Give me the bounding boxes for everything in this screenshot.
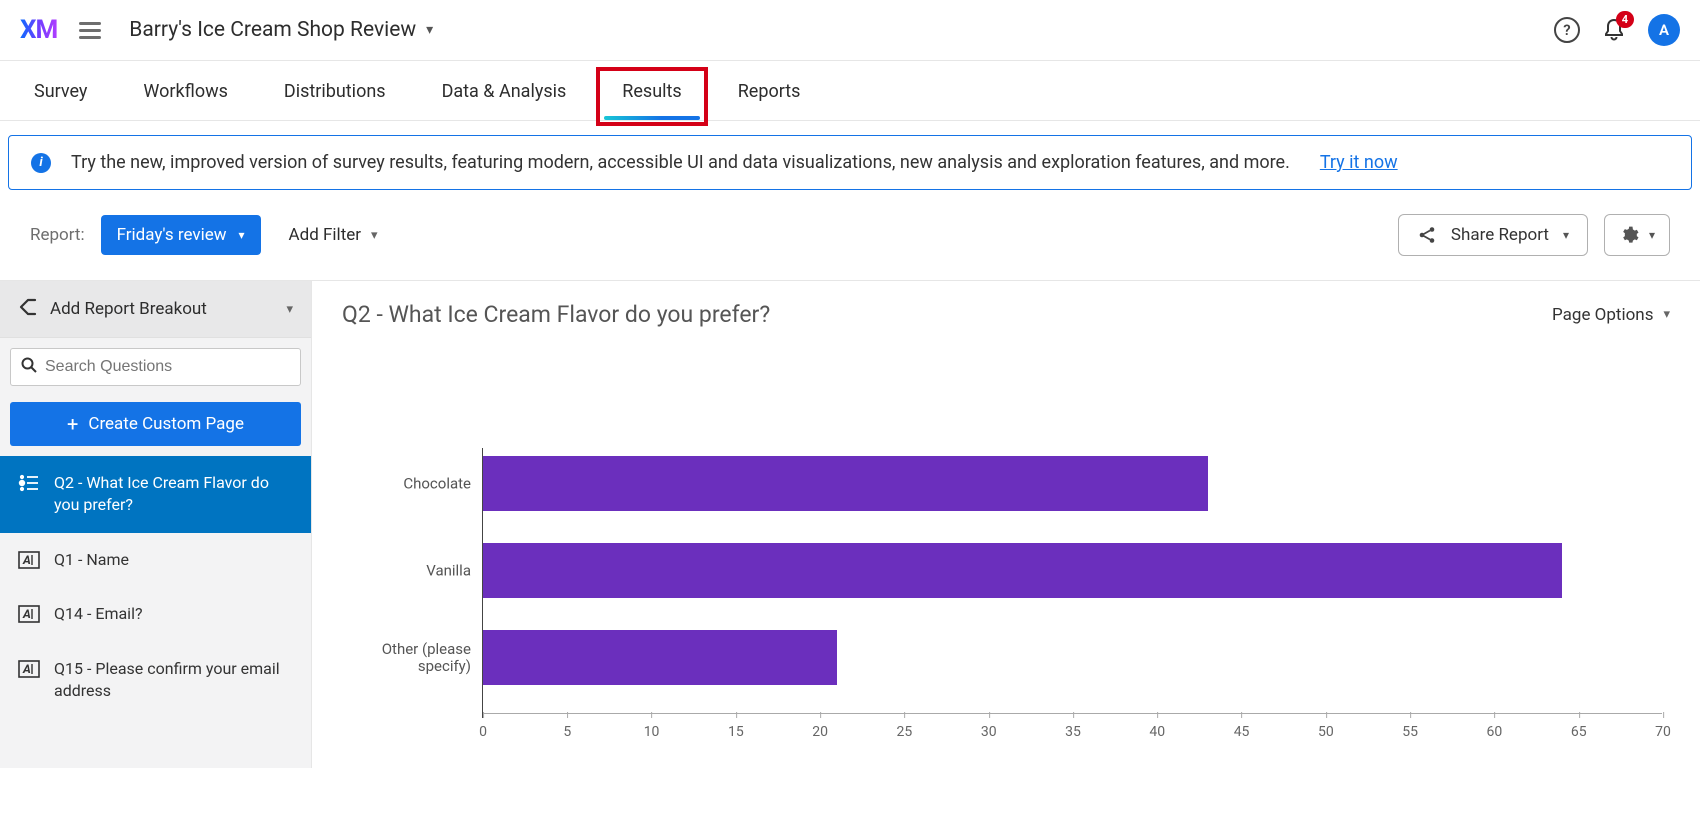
bar-label: Other (please specify) [351, 640, 471, 675]
sidebar: Add Report Breakout ▾ + Create Custom Pa… [0, 281, 312, 768]
axis-tick: 50 [1318, 718, 1334, 740]
breakout-label: Add Report Breakout [50, 299, 274, 319]
banner-link[interactable]: Try it now [1320, 152, 1398, 173]
notifications-button[interactable]: 4 [1602, 17, 1626, 43]
svg-text:A: A [22, 607, 31, 621]
main-panel: Q2 - What Ice Cream Flavor do you prefer… [312, 281, 1700, 768]
chevron-down-icon: ▾ [286, 302, 293, 317]
project-title-dropdown[interactable]: Barry's Ice Cream Shop Review ▾ [129, 18, 433, 42]
tab-results[interactable]: Results [618, 61, 685, 120]
share-icon [1417, 225, 1437, 245]
tabs-row: Survey Workflows Distributions Data & An… [0, 61, 1700, 121]
banner-text: Try the new, improved version of survey … [71, 152, 1290, 173]
q-label: Q2 - What Ice Cream Flavor do you prefer… [54, 472, 293, 517]
chevron-down-icon: ▾ [426, 22, 433, 38]
bar-label: Chocolate [351, 475, 471, 492]
report-name: Friday's review [117, 225, 227, 245]
text-icon: A [18, 660, 40, 678]
axis-tick: 60 [1487, 718, 1503, 740]
share-report-button[interactable]: Share Report ▾ [1398, 214, 1588, 256]
add-report-breakout[interactable]: Add Report Breakout ▾ [0, 281, 311, 338]
body: Add Report Breakout ▾ + Create Custom Pa… [0, 280, 1700, 768]
chevron-down-icon: ▾ [239, 228, 245, 242]
share-label: Share Report [1451, 225, 1549, 245]
search-icon [21, 357, 37, 377]
axis-tick: 25 [897, 718, 913, 740]
text-icon: A [18, 551, 40, 569]
project-title-text: Barry's Ice Cream Shop Review [129, 18, 416, 42]
search-questions[interactable] [10, 348, 301, 386]
chevron-down-icon: ▾ [1563, 228, 1569, 242]
report-selector[interactable]: Friday's review ▾ [101, 215, 261, 255]
top-bar: XM Barry's Ice Cream Shop Review ▾ ? 4 A [0, 0, 1700, 61]
axis-tick: 10 [644, 718, 660, 740]
choice-icon [18, 474, 40, 492]
avatar[interactable]: A [1648, 14, 1680, 46]
add-filter-label: Add Filter [289, 225, 361, 245]
axis-tick: 70 [1655, 718, 1671, 740]
bar [483, 543, 1562, 598]
logo[interactable]: XM [20, 15, 57, 45]
report-label: Report: [30, 225, 85, 245]
notification-badge: 4 [1616, 11, 1634, 28]
sidebar-item-q15[interactable]: A Q15 - Please confirm your email addres… [0, 642, 311, 719]
tab-workflows[interactable]: Workflows [139, 61, 232, 120]
info-icon: i [31, 153, 51, 173]
svg-text:A: A [22, 662, 31, 676]
add-filter-button[interactable]: Add Filter ▾ [289, 225, 378, 245]
gear-icon [1619, 225, 1639, 245]
axis-tick: 40 [1149, 718, 1165, 740]
chevron-down-icon: ▾ [1663, 307, 1670, 322]
axis-tick: 30 [981, 718, 997, 740]
sidebar-item-q2[interactable]: Q2 - What Ice Cream Flavor do you prefer… [0, 456, 311, 533]
plus-icon: + [67, 414, 78, 434]
chevron-down-icon: ▾ [1649, 228, 1655, 242]
info-banner: i Try the new, improved version of surve… [8, 135, 1692, 190]
tab-survey[interactable]: Survey [30, 61, 91, 120]
bar [483, 630, 837, 685]
settings-button[interactable]: ▾ [1604, 214, 1670, 256]
tab-reports[interactable]: Reports [734, 61, 805, 120]
q-label: Q1 - Name [54, 549, 129, 571]
bar-label: Vanilla [351, 562, 471, 579]
search-input[interactable] [45, 358, 290, 376]
tab-data-analysis[interactable]: Data & Analysis [438, 61, 571, 120]
axis-tick: 55 [1402, 718, 1418, 740]
q-label: Q14 - Email? [54, 603, 143, 625]
sidebar-item-q1[interactable]: A Q1 - Name [0, 533, 311, 587]
axis-tick: 20 [812, 718, 828, 740]
tab-distributions[interactable]: Distributions [280, 61, 390, 120]
chart-plot-area: ChocolateVanillaOther (please specify)05… [482, 448, 1662, 718]
q-label: Q15 - Please confirm your email address [54, 658, 293, 703]
bar [483, 456, 1208, 511]
page-options-button[interactable]: Page Options ▾ [1552, 305, 1670, 325]
axis-tick: 35 [1065, 718, 1081, 740]
axis-tick: 5 [563, 718, 571, 740]
chevron-down-icon: ▾ [371, 228, 378, 243]
axis-tick: 65 [1571, 718, 1587, 740]
svg-text:A: A [22, 553, 31, 567]
topbar-right: ? 4 A [1554, 14, 1680, 46]
chart: Chocolate Vanilla Other (please specify) 0 5… [342, 448, 1670, 748]
text-icon: A [18, 605, 40, 623]
tab-results-label: Results [622, 81, 681, 102]
page-title: Q2 - What Ice Cream Flavor do you prefer… [342, 301, 1552, 328]
breakout-icon [18, 297, 38, 321]
menu-icon[interactable] [79, 22, 101, 39]
help-icon[interactable]: ? [1554, 17, 1580, 43]
create-label: Create Custom Page [88, 414, 244, 434]
main-header: Q2 - What Ice Cream Flavor do you prefer… [342, 301, 1670, 328]
question-list: Q2 - What Ice Cream Flavor do you prefer… [0, 456, 311, 718]
axis-tick: 45 [1234, 718, 1250, 740]
sidebar-item-q14[interactable]: A Q14 - Email? [0, 587, 311, 641]
create-custom-page-button[interactable]: + Create Custom Page [10, 402, 301, 446]
axis-tick: 0 [479, 718, 487, 740]
axis-tick: 15 [728, 718, 744, 740]
toolbar: Report: Friday's review ▾ Add Filter ▾ S… [0, 190, 1700, 280]
page-options-label: Page Options [1552, 305, 1653, 325]
